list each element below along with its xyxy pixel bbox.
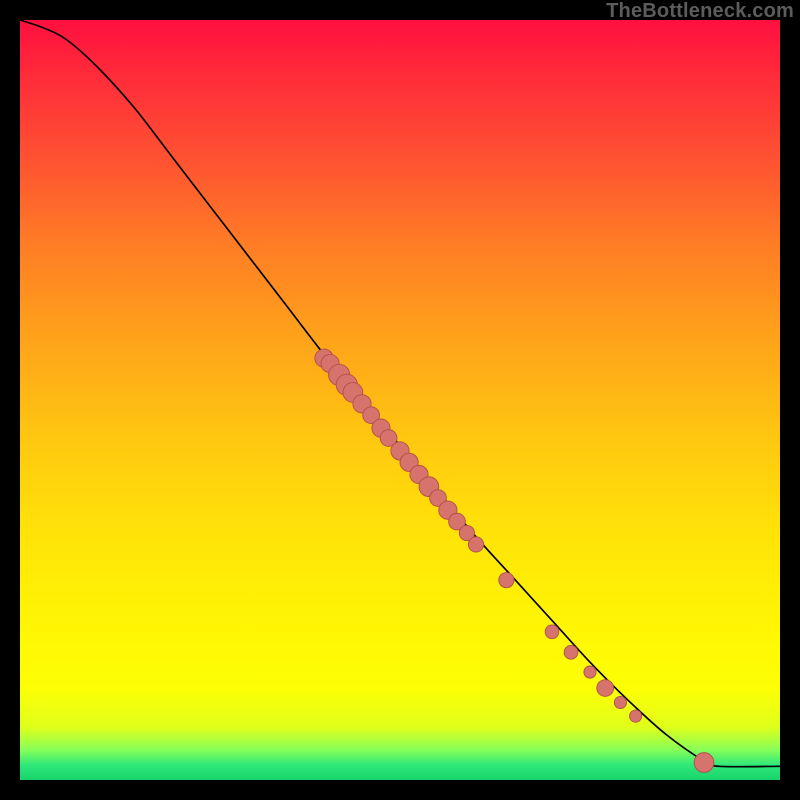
bottleneck-curve xyxy=(20,20,780,767)
plot-area xyxy=(20,20,780,780)
data-point xyxy=(584,666,596,678)
data-point xyxy=(564,645,578,659)
data-point xyxy=(468,537,483,552)
data-point xyxy=(499,573,514,588)
data-point xyxy=(597,680,614,697)
data-point xyxy=(545,625,559,639)
watermark-text: TheBottleneck.com xyxy=(606,0,794,23)
data-point xyxy=(614,696,626,708)
data-points xyxy=(315,349,714,772)
data-point xyxy=(694,753,714,773)
data-point xyxy=(630,710,642,722)
chart-frame: TheBottleneck.com xyxy=(0,0,800,800)
chart-svg xyxy=(20,20,780,780)
